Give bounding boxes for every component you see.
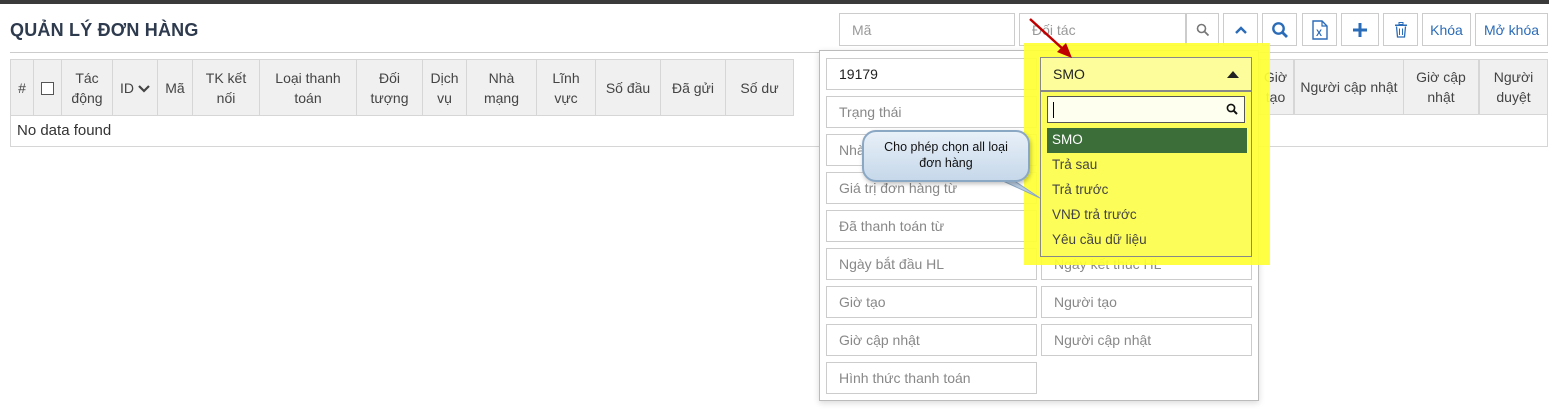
order-type-dropdown-list: SMO Trả sau Trả trước VNĐ trả trước Yêu … (1040, 91, 1252, 257)
page-title: QUẢN LÝ ĐƠN HÀNG (10, 20, 199, 40)
order-type-select[interactable]: SMO (1040, 57, 1252, 91)
status-filter-select[interactable]: Trạng thái (826, 96, 1037, 128)
order-type-option[interactable]: Trả sau (1047, 153, 1247, 178)
search-button[interactable] (1262, 13, 1297, 46)
chevron-up-icon (1234, 25, 1247, 34)
chevron-down-icon (138, 85, 150, 93)
updated-time-input[interactable]: Giờ cập nhật (826, 324, 1037, 356)
order-type-option[interactable]: Trả trước (1047, 178, 1247, 203)
col-connected-account: TK kết nối (192, 59, 260, 116)
updater-input[interactable]: Người cập nhật (1041, 324, 1252, 356)
add-button[interactable] (1341, 13, 1379, 46)
annotation-callout: Cho phép chọn all loại đơn hàng (862, 130, 1030, 182)
orders-table-header: # Tác động ID Mã TK kết nối Loại thanh t… (10, 59, 794, 116)
col-approver: Người duyệt (1479, 59, 1548, 115)
collapse-filter-button[interactable] (1223, 13, 1258, 46)
caret-up-icon (1227, 71, 1239, 78)
order-type-option[interactable]: Yêu cầu dữ liệu (1047, 228, 1247, 253)
search-icon (1196, 23, 1209, 36)
search-icon (1226, 103, 1238, 115)
col-select-all[interactable] (33, 59, 62, 116)
col-index: # (10, 59, 34, 116)
order-type-option[interactable]: VNĐ trả trước (1047, 203, 1247, 228)
creator-input[interactable]: Người tạo (1041, 286, 1252, 318)
unlock-button[interactable]: Mở khóa (1475, 13, 1548, 46)
order-type-option[interactable]: SMO (1047, 128, 1247, 153)
delete-button[interactable] (1383, 13, 1418, 46)
order-type-selected-value: SMO (1053, 66, 1085, 82)
created-time-input[interactable]: Giờ tạo (826, 286, 1037, 318)
col-field: Lĩnh vực (536, 59, 596, 116)
order-type-search-input[interactable] (1047, 96, 1245, 123)
export-excel-button[interactable]: X (1302, 13, 1337, 46)
window-top-bar (0, 0, 1549, 4)
col-action: Tác động (61, 59, 113, 116)
col-carrier: Nhà mạng (466, 59, 537, 116)
title-divider (10, 52, 1548, 53)
payment-method-select[interactable]: Hình thức thanh toán (826, 362, 1037, 394)
partner-search-button[interactable] (1186, 13, 1219, 46)
col-target: Đối tượng (356, 59, 423, 116)
col-service: Dịch vụ (422, 59, 467, 116)
select-all-checkbox[interactable] (41, 82, 54, 96)
col-updater: Người cập nhật (1294, 59, 1404, 115)
col-id-label: ID (120, 79, 135, 96)
col-updated-time: Giờ cập nhật (1403, 59, 1479, 115)
lock-button[interactable]: Khóa (1422, 13, 1471, 46)
paid-from-input[interactable]: Đã thanh toán từ (826, 210, 1037, 242)
start-date-input[interactable]: Ngày bắt đầu HL (826, 248, 1037, 280)
id-filter-input[interactable]: 19179 (826, 58, 1037, 90)
partner-search-input[interactable]: Đối tác (1019, 13, 1186, 46)
svg-text:X: X (1316, 28, 1322, 38)
trash-icon (1394, 21, 1407, 38)
col-prefix: Số đầu (595, 59, 661, 116)
text-cursor (1053, 102, 1054, 118)
col-id[interactable]: ID (112, 59, 158, 116)
search-icon (1271, 21, 1288, 38)
col-code: Mã (157, 59, 193, 116)
plus-icon (1353, 22, 1367, 37)
col-balance: Số dư (725, 59, 794, 116)
col-sent: Đã gửi (660, 59, 726, 116)
code-search-input[interactable]: Mã (839, 13, 1015, 46)
col-payment-type: Loại thanh toán (259, 59, 357, 116)
excel-icon: X (1311, 19, 1328, 40)
empty-table-message: No data found (10, 115, 1548, 147)
